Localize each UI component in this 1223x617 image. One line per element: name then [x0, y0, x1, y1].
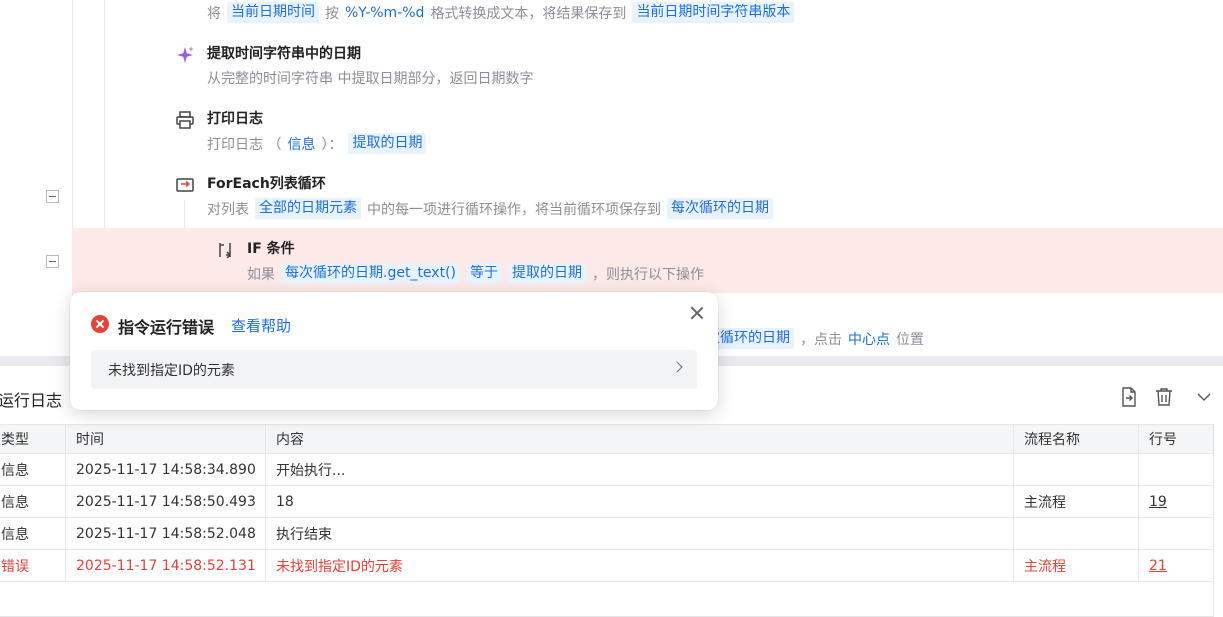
foreach-step-desc: 对列表 全部的日期元素 中的每一项进行循环操作，将当前循环项保存到 每次循环的日…: [207, 198, 773, 219]
col-header-type[interactable]: 类型: [0, 425, 66, 453]
trash-icon: [1156, 388, 1172, 406]
log-table: 类型 时间 内容 流程名称 行号 信息 2025-11-17 14:58:34.…: [0, 424, 1214, 617]
table-row[interactable]: 信息 2025-11-17 14:58:34.890 开始执行...: [0, 454, 1213, 486]
cell-line: 19: [1139, 486, 1213, 517]
desc-text: 按: [325, 5, 339, 22]
col-header-time[interactable]: 时间: [66, 425, 266, 453]
collapse-foreach-button[interactable]: [46, 190, 59, 203]
cell-flow: 主流程: [1014, 550, 1139, 581]
cell-type: 信息: [0, 518, 66, 549]
format-date-step-desc[interactable]: 将 当前日期时间 按 %Y-%m-%d 格式转换成文本，将结果保存到 当前日期时…: [207, 2, 795, 23]
sparkle-icon: [177, 46, 194, 63]
popover-title: 指令运行错误: [118, 318, 215, 337]
table-row[interactable]: 信息 2025-11-17 14:58:52.048 执行结束: [0, 518, 1213, 550]
desc-text: ，点击: [800, 331, 842, 348]
help-link[interactable]: 查看帮助: [231, 315, 291, 336]
app-root: 将 当前日期时间 按 %Y-%m-%d 格式转换成文本，将结果保存到 当前日期时…: [0, 0, 1223, 617]
error-detail-text: 未找到指定ID的元素: [108, 362, 235, 379]
cell-line: [1139, 454, 1213, 485]
print-log-step-title[interactable]: 打印日志: [207, 108, 263, 128]
variable-chip[interactable]: 当前日期时间: [227, 2, 319, 23]
click-step-desc: 次循环的日期 ，点击 中心点 位置: [702, 328, 924, 349]
variable-chip[interactable]: 全部的日期元素: [255, 198, 361, 219]
chevron-down-icon: [1197, 393, 1211, 401]
table-row-error[interactable]: 错误 2025-11-17 14:58:52.131 未找到指定ID的元素 主流…: [0, 550, 1213, 582]
cell-flow: 主流程: [1014, 486, 1139, 517]
cell-time: 2025-11-17 14:58:52.048: [66, 518, 266, 549]
operator-chip[interactable]: 等于: [466, 263, 502, 284]
variable-chip[interactable]: 当前日期时间字符串版本: [632, 2, 795, 23]
cell-content: 开始执行...: [266, 454, 1014, 485]
if-step-desc: 如果 每次循环的日期.get_text() 等于 提取的日期 ，则执行以下操作: [247, 263, 704, 284]
variable-chip[interactable]: 每次循环的日期.get_text(): [281, 263, 460, 284]
desc-text: 将: [207, 5, 221, 22]
cell-line: 21: [1139, 550, 1213, 581]
cell-time: 2025-11-17 14:58:50.493: [66, 486, 266, 517]
format-value: %Y-%m-%d: [345, 4, 425, 21]
if-step-title[interactable]: IF 条件: [247, 238, 295, 258]
variable-chip[interactable]: 提取的日期: [348, 133, 427, 154]
click-point: 中心点: [848, 331, 890, 348]
col-header-line[interactable]: 行号: [1139, 425, 1213, 453]
variable-chip[interactable]: 提取的日期: [508, 263, 586, 284]
error-popover: 指令运行错误 查看帮助 未找到指定ID的元素: [70, 292, 718, 410]
close-icon[interactable]: [688, 304, 706, 322]
cell-time: 2025-11-17 14:58:52.131: [66, 550, 266, 581]
print-log-step-desc: 打印日志 （ 信息 ）： 提取的日期: [207, 133, 427, 154]
desc-text: 打印日志 （: [207, 136, 282, 153]
desc-text: 中的每一项进行循环操作，将当前循环项保存到: [367, 201, 661, 218]
col-header-flow[interactable]: 流程名称: [1014, 425, 1139, 453]
error-circle-icon: [91, 315, 109, 333]
desc-text: 格式转换成文本，将结果保存到: [430, 5, 627, 22]
desc-text: 位置: [896, 331, 924, 348]
collapse-log-button[interactable]: [1194, 386, 1214, 408]
desc-text: ）：: [321, 136, 343, 153]
export-log-button[interactable]: [1119, 386, 1139, 408]
foreach-step-title[interactable]: ForEach列表循环: [207, 173, 326, 193]
cell-content: 未找到指定ID的元素: [266, 550, 1014, 581]
line-link[interactable]: 21: [1149, 558, 1167, 574]
log-level: 信息: [287, 136, 316, 153]
collapse-if-button[interactable]: [46, 255, 59, 268]
desc-text: 对列表: [207, 201, 249, 218]
variable-chip[interactable]: 每次循环的日期: [667, 198, 773, 219]
export-icon: [1122, 387, 1136, 407]
desc-text: 从完整的时间字符串 中提取日期部分，返回日期数字: [207, 71, 534, 87]
col-header-content[interactable]: 内容: [266, 425, 1014, 453]
cell-flow: [1014, 518, 1139, 549]
extract-date-step-title[interactable]: 提取时间字符串中的日期: [207, 43, 361, 63]
branch-icon: [219, 243, 232, 259]
cell-type: 信息: [0, 486, 66, 517]
loop-icon: [176, 178, 194, 192]
error-detail-item[interactable]: 未找到指定ID的元素: [91, 350, 697, 389]
log-table-header: 类型 时间 内容 流程名称 行号: [0, 425, 1213, 454]
cell-type: 错误: [0, 550, 66, 581]
log-panel-title: 运行日志: [0, 391, 63, 410]
cell-flow: [1014, 454, 1139, 485]
desc-text: ，则执行以下操作: [592, 266, 704, 283]
clear-log-button[interactable]: [1154, 386, 1174, 408]
cell-time: 2025-11-17 14:58:34.890: [66, 454, 266, 485]
cell-line: [1139, 518, 1213, 549]
extract-date-step-desc: 从完整的时间字符串 中提取日期部分，返回日期数字: [207, 68, 533, 88]
cell-content: 执行结束: [266, 518, 1014, 549]
table-row[interactable]: 信息 2025-11-17 14:58:50.493 18 主流程 19: [0, 486, 1213, 518]
chevron-right-icon: [671, 361, 683, 373]
cell-content: 18: [266, 486, 1014, 517]
cell-type: 信息: [0, 454, 66, 485]
printer-icon: [176, 111, 194, 129]
line-link[interactable]: 19: [1149, 494, 1167, 510]
desc-text: 如果: [247, 266, 275, 283]
